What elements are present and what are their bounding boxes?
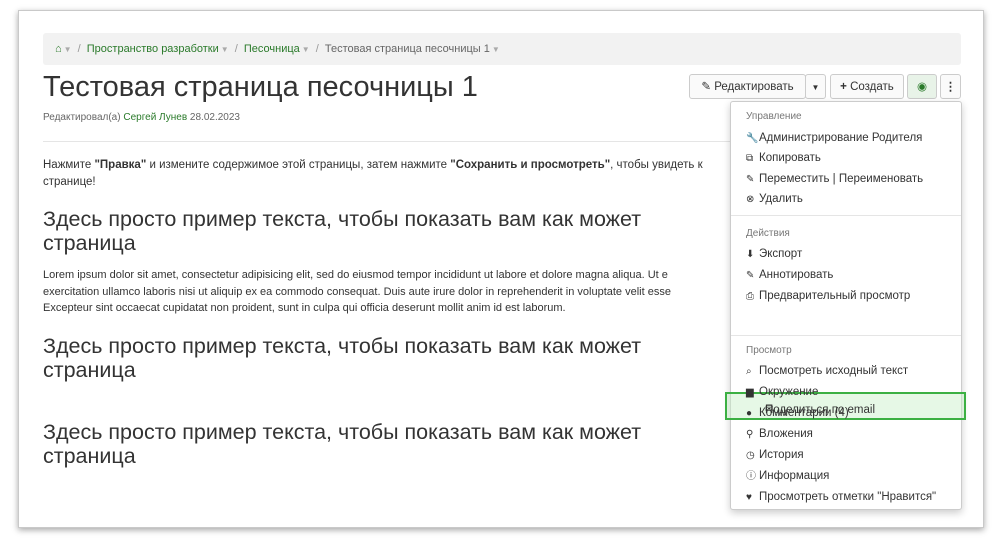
menu-item-copy[interactable]: ⧉ Копировать	[746, 151, 956, 166]
edit-button[interactable]: ✎ Редактировать	[689, 74, 806, 99]
chevron-down-icon[interactable]: ▼	[492, 45, 500, 54]
menu-item-comments[interactable]: ● Комментарии (4)	[746, 406, 956, 421]
lorem-line: exercitation ullamco laboris nisi ut ali…	[43, 285, 671, 298]
edit-menu-toggle[interactable]: ▼	[805, 74, 826, 99]
menu-item-label: Посмотреть исходный текст	[759, 365, 909, 377]
lorem-paragraph: Lorem ipsum dolor sit amet, consectetur …	[43, 267, 733, 317]
menu-item-delete[interactable]: ⊗ Удалить	[746, 192, 956, 207]
menu-section-manage: Управление	[746, 111, 802, 122]
intro-part: Нажмите	[43, 159, 95, 171]
heading-line: страница	[43, 231, 136, 255]
intro-part: и измените содержимое этой страницы, зат…	[146, 159, 451, 171]
menu-item-label: Просмотреть отметки "Нравится"	[759, 491, 937, 503]
intro-bold: "Сохранить и просмотреть"	[450, 159, 611, 171]
page-title: Тестовая страница песочницы 1	[43, 71, 478, 103]
info-icon: ⓘ	[746, 471, 756, 482]
edit-label: Редактировать	[714, 81, 794, 93]
breadcrumb-separator: /	[77, 43, 81, 55]
caret-down-icon: ▼	[811, 83, 820, 92]
menu-item-view-likes[interactable]: ♥ Просмотреть отметки "Нравится"	[746, 490, 956, 505]
remove-icon: ⊗	[746, 194, 755, 205]
menu-item-label: Аннотировать	[759, 269, 834, 281]
menu-item-label: Переместить | Переименовать	[759, 173, 924, 185]
menu-divider	[731, 215, 961, 216]
edit-icon: ✎	[746, 270, 755, 281]
menu-item-label: Комментарии (4)	[759, 407, 849, 419]
menu-item-label: Администрирование Родителя	[759, 132, 923, 144]
lorem-line: Lorem ipsum dolor sit amet, consectetur …	[43, 269, 668, 281]
edit-date: 28.02.2023	[189, 112, 240, 123]
more-actions-button[interactable]: ⋮	[940, 74, 961, 99]
actions-dropdown-menu: Управление 🔧Администрирование Родителя ⧉…	[725, 101, 966, 510]
create-button[interactable]: + Создать	[830, 74, 904, 99]
heading-line: Здесь просто пример текста, чтобы показа…	[43, 207, 642, 231]
intro-bold: "Правка"	[94, 159, 147, 171]
menu-item-admin-parent[interactable]: 🔧Администрирование Родителя	[746, 131, 956, 146]
heading-line: страница	[43, 358, 136, 382]
menu-item-annotate[interactable]: ✎ Аннотировать	[746, 268, 956, 283]
lorem-line: Excepteur sint occaecat cupidatat non pr…	[43, 302, 566, 314]
download-icon: ⬇	[746, 249, 755, 260]
menu-item-label: Окружение	[759, 386, 819, 398]
breadcrumb: ⌂ ▼ / Пространство разработки ▼ / Песочниц…	[43, 33, 961, 65]
comment-icon: ●	[746, 408, 753, 419]
intro-part: , чтобы увидеть к	[610, 159, 703, 171]
pencil-icon: ✎	[701, 81, 711, 93]
breadcrumb-item-sandbox[interactable]: Песочница	[244, 43, 300, 55]
menu-item-label: Экспорт	[759, 248, 803, 260]
plus-icon: +	[840, 81, 847, 93]
print-icon: ⎙	[746, 291, 754, 302]
author-link[interactable]: Сергей Лунев	[123, 112, 187, 123]
heading-line: Здесь просто пример текста, чтобы показа…	[43, 334, 642, 358]
menu-item-label: Информация	[759, 470, 830, 482]
vertical-dots-icon: ⋮	[944, 81, 957, 93]
chevron-down-icon[interactable]: ▼	[302, 45, 310, 54]
intro-text: Нажмите "Правка" и измените содержимое э…	[43, 157, 733, 191]
content-heading: Здесь просто пример текста, чтобы показа…	[43, 334, 733, 382]
menu-divider	[731, 335, 961, 336]
edited-prefix: Редактировал(а)	[43, 112, 121, 123]
wrench-icon: 🔧	[746, 133, 759, 144]
menu-item-label: Удалить	[759, 193, 803, 205]
heading-line: страница	[43, 444, 136, 468]
clock-icon: ◷	[746, 450, 755, 461]
folder-icon: ▆	[746, 387, 754, 398]
menu-item-print-preview[interactable]: ⎙ Предварительный просмотр	[746, 289, 956, 304]
watch-button[interactable]: ◉	[907, 74, 937, 99]
menu-item-export[interactable]: ⬇ Экспорт	[746, 247, 956, 262]
menu-item-history[interactable]: ◷ История	[746, 448, 956, 463]
menu-item-information[interactable]: ⓘ Информация	[746, 469, 956, 484]
breadcrumb-separator: /	[234, 43, 238, 55]
breadcrumb-item-dev-space[interactable]: Пространство разработки	[87, 43, 219, 55]
content-heading: Здесь просто пример текста, чтобы показа…	[43, 207, 733, 255]
chevron-down-icon[interactable]: ▼	[64, 45, 72, 54]
menu-section-actions: Действия	[746, 228, 790, 239]
menu-item-view-source[interactable]: ⌕ Посмотреть исходный текст	[746, 364, 956, 379]
intro-part: странице!	[43, 176, 96, 188]
menu-item-label: Предварительный просмотр	[759, 290, 911, 302]
eye-icon: ◉	[916, 81, 928, 93]
menu-item-label: Вложения	[759, 428, 813, 440]
paperclip-icon: ⚲	[746, 429, 754, 440]
menu-item-label: Копировать	[759, 152, 821, 164]
menu-item-environment[interactable]: ▆ Окружение	[746, 385, 956, 400]
menu-section-view: Просмотр	[746, 345, 792, 356]
breadcrumb-current: Тестовая страница песочницы 1	[324, 43, 490, 55]
breadcrumb-separator: /	[315, 43, 319, 55]
heading-line: Здесь просто пример текста, чтобы показа…	[43, 420, 642, 444]
divider	[43, 141, 733, 142]
menu-item-attachments[interactable]: ⚲ Вложения	[746, 427, 956, 442]
copy-icon: ⧉	[746, 153, 754, 164]
home-icon[interactable]: ⌂	[55, 43, 62, 55]
search-icon: ⌕	[746, 366, 752, 377]
chevron-down-icon[interactable]: ▼	[221, 45, 229, 54]
menu-item-label: История	[759, 449, 804, 461]
content-heading: Здесь просто пример текста, чтобы показа…	[43, 420, 733, 468]
edit-icon: ✎	[746, 174, 755, 185]
edited-by: Редактировал(а) Сергей Лунев 28.02.2023	[43, 112, 240, 123]
menu-item-move-rename[interactable]: ✎ Переместить | Переименовать	[746, 172, 956, 187]
create-label: Создать	[850, 81, 894, 93]
page-frame: ⌂ ▼ / Пространство разработки ▼ / Песочниц…	[18, 10, 984, 528]
heart-icon: ♥	[746, 492, 752, 503]
